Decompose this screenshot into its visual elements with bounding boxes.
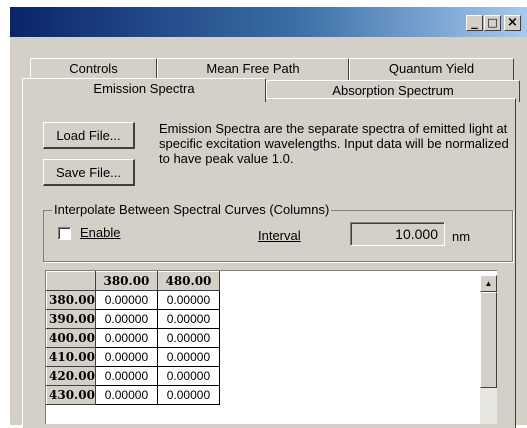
corner-cell: [46, 271, 96, 291]
row-header[interactable]: 400.00: [46, 328, 96, 348]
load-file-button[interactable]: Load File...: [43, 122, 135, 149]
row-header[interactable]: 420.00: [46, 366, 96, 386]
table-cell[interactable]: 0.00000: [156, 366, 220, 386]
table-cell[interactable]: 0.00000: [94, 290, 158, 310]
table-cell[interactable]: 0.00000: [156, 385, 220, 405]
scroll-thumb[interactable]: [480, 292, 497, 388]
table-row: 400.00 0.00000 0.00000: [46, 328, 220, 348]
row-header[interactable]: 430.00: [46, 385, 96, 405]
table-row: 410.00 0.00000 0.00000: [46, 347, 220, 367]
description-text: Emission Spectra are the separate spectr…: [159, 121, 509, 166]
column-header[interactable]: 380.00: [94, 271, 158, 291]
row-header[interactable]: 410.00: [46, 347, 96, 367]
header-row: 380.00 480.00: [46, 271, 220, 291]
table-cell[interactable]: 0.00000: [94, 385, 158, 405]
interval-label: Interval: [258, 228, 301, 243]
enable-label[interactable]: Enable: [80, 225, 120, 240]
spectra-table: 380.00 480.00 380.00 0.00000 0.00000 390…: [46, 271, 220, 405]
table-cell[interactable]: 0.00000: [156, 347, 220, 367]
table-cell[interactable]: 0.00000: [156, 328, 220, 348]
table-row: 420.00 0.00000 0.00000: [46, 366, 220, 386]
interval-input[interactable]: 10.000: [350, 222, 445, 246]
table-cell[interactable]: 0.00000: [156, 309, 220, 329]
row-header[interactable]: 380.00: [46, 290, 96, 310]
save-file-button[interactable]: Save File...: [43, 159, 135, 186]
table-cell[interactable]: 0.00000: [156, 290, 220, 310]
spectra-grid[interactable]: 380.00 480.00 380.00 0.00000 0.00000 390…: [45, 270, 497, 424]
table-cell[interactable]: 0.00000: [94, 366, 158, 386]
table-row: 430.00 0.00000 0.00000: [46, 385, 220, 405]
scroll-up-arrow-icon[interactable]: ▲: [480, 275, 497, 292]
table-row: 390.00 0.00000 0.00000: [46, 309, 220, 329]
row-header[interactable]: 390.00: [46, 309, 96, 329]
interpolate-group-label: Interpolate Between Spectral Curves (Col…: [52, 202, 332, 218]
table-cell[interactable]: 0.00000: [94, 309, 158, 329]
table-cell[interactable]: 0.00000: [94, 328, 158, 348]
table-cell[interactable]: 0.00000: [94, 347, 158, 367]
column-header[interactable]: 480.00: [156, 271, 220, 291]
table-row: 380.00 0.00000 0.00000: [46, 290, 220, 310]
enable-checkbox[interactable]: [58, 227, 71, 240]
interval-unit: nm: [452, 229, 471, 244]
vertical-scrollbar[interactable]: ▲: [480, 275, 497, 424]
